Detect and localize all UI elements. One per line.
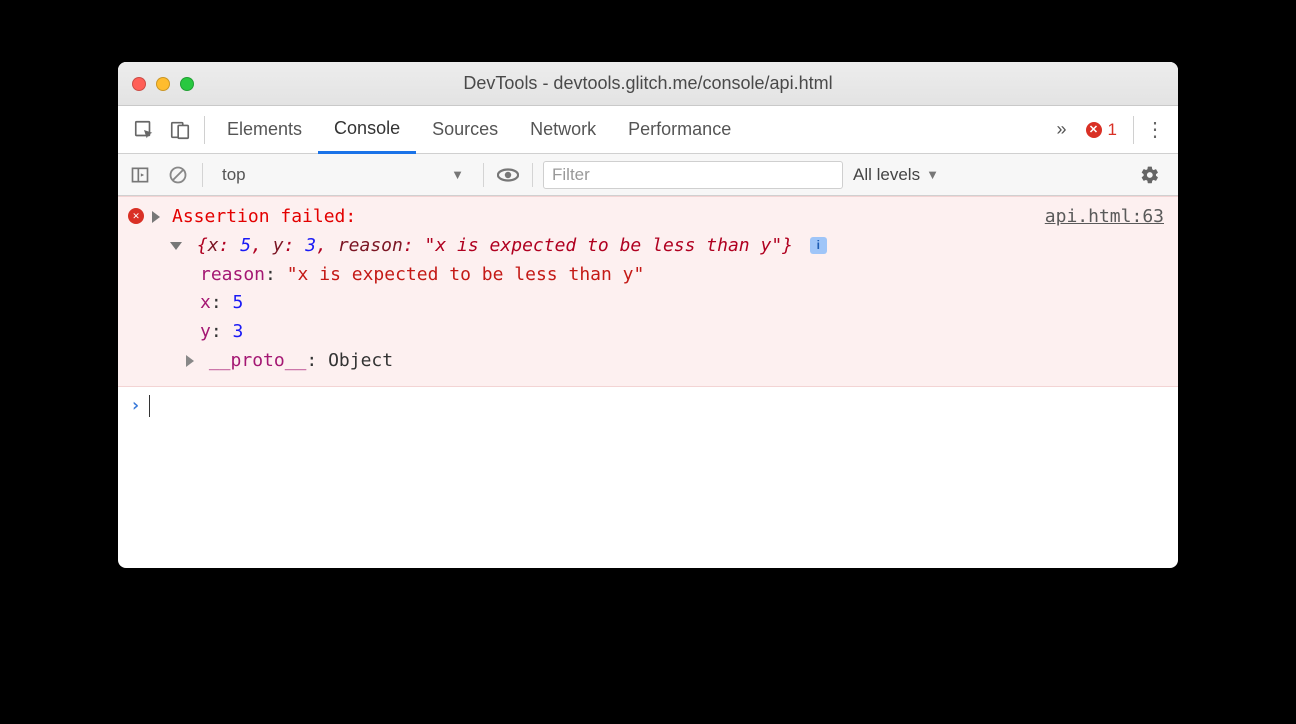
divider bbox=[532, 163, 533, 187]
filter-input[interactable] bbox=[543, 161, 843, 189]
context-label: top bbox=[222, 165, 246, 185]
close-window-button[interactable] bbox=[132, 77, 146, 91]
error-count: 1 bbox=[1108, 120, 1117, 140]
tab-label: Sources bbox=[432, 119, 498, 140]
tab-label: Console bbox=[334, 118, 400, 139]
device-toolbar-icon[interactable] bbox=[162, 112, 198, 148]
chevron-down-icon: ▼ bbox=[926, 167, 939, 182]
tab-elements[interactable]: Elements bbox=[211, 106, 318, 153]
expand-toggle[interactable] bbox=[170, 235, 186, 256]
divider bbox=[1133, 116, 1134, 144]
more-tabs-button[interactable]: » bbox=[1048, 119, 1076, 140]
window-controls bbox=[132, 77, 194, 91]
filter-field[interactable] bbox=[543, 161, 843, 189]
object-property[interactable]: reason: "x is expected to be less than y… bbox=[128, 261, 1168, 290]
clear-console-icon[interactable] bbox=[164, 161, 192, 189]
error-counter[interactable]: ✕ 1 bbox=[1076, 120, 1127, 140]
live-expression-icon[interactable] bbox=[494, 161, 522, 189]
chevron-down-icon: ▼ bbox=[451, 167, 464, 182]
zoom-window-button[interactable] bbox=[180, 77, 194, 91]
tab-label: Performance bbox=[628, 119, 731, 140]
tab-console[interactable]: Console bbox=[318, 107, 416, 154]
console-error-message[interactable]: api.html:63 ✕ Assertion failed: {x: 5, y… bbox=[118, 196, 1178, 387]
console-settings-icon[interactable] bbox=[1140, 165, 1170, 185]
tab-label: Elements bbox=[227, 119, 302, 140]
prompt-chevron-icon: › bbox=[130, 395, 141, 416]
object-proto[interactable]: __proto__: Object bbox=[128, 347, 1168, 376]
inspect-element-icon[interactable] bbox=[126, 112, 162, 148]
execution-context-selector[interactable]: top ▼ bbox=[213, 162, 473, 188]
customize-devtools-button[interactable]: ⋮ bbox=[1140, 117, 1170, 142]
info-icon[interactable]: i bbox=[810, 237, 827, 254]
log-levels-selector[interactable]: All levels ▼ bbox=[853, 165, 939, 185]
assertion-title: Assertion failed: bbox=[172, 203, 356, 232]
toggle-sidebar-icon[interactable] bbox=[126, 161, 154, 189]
message-source-link[interactable]: api.html:63 bbox=[1045, 203, 1164, 232]
devtools-tabbar: Elements Console Sources Network Perform… bbox=[118, 106, 1178, 154]
devtools-window: DevTools - devtools.glitch.me/console/ap… bbox=[118, 62, 1178, 568]
text-cursor bbox=[149, 395, 150, 417]
expand-toggle[interactable] bbox=[152, 203, 164, 232]
object-property[interactable]: y: 3 bbox=[128, 318, 1168, 347]
object-summary[interactable]: {x: 5, y: 3, reason: "x is expected to b… bbox=[197, 235, 793, 256]
error-icon: ✕ bbox=[1086, 122, 1102, 138]
tab-label: Network bbox=[530, 119, 596, 140]
minimize-window-button[interactable] bbox=[156, 77, 170, 91]
error-icon: ✕ bbox=[128, 208, 144, 224]
console-prompt[interactable]: › bbox=[118, 387, 1178, 425]
divider bbox=[204, 116, 205, 144]
object-property[interactable]: x: 5 bbox=[128, 289, 1168, 318]
levels-label: All levels bbox=[853, 165, 920, 185]
tab-network[interactable]: Network bbox=[514, 106, 612, 153]
window-titlebar: DevTools - devtools.glitch.me/console/ap… bbox=[118, 62, 1178, 106]
divider bbox=[483, 163, 484, 187]
tab-sources[interactable]: Sources bbox=[416, 106, 514, 153]
console-output: api.html:63 ✕ Assertion failed: {x: 5, y… bbox=[118, 196, 1178, 568]
console-toolbar: top ▼ All levels ▼ bbox=[118, 154, 1178, 196]
expand-toggle[interactable] bbox=[186, 350, 198, 371]
divider bbox=[202, 163, 203, 187]
window-title: DevTools - devtools.glitch.me/console/ap… bbox=[118, 73, 1178, 94]
tab-performance[interactable]: Performance bbox=[612, 106, 747, 153]
